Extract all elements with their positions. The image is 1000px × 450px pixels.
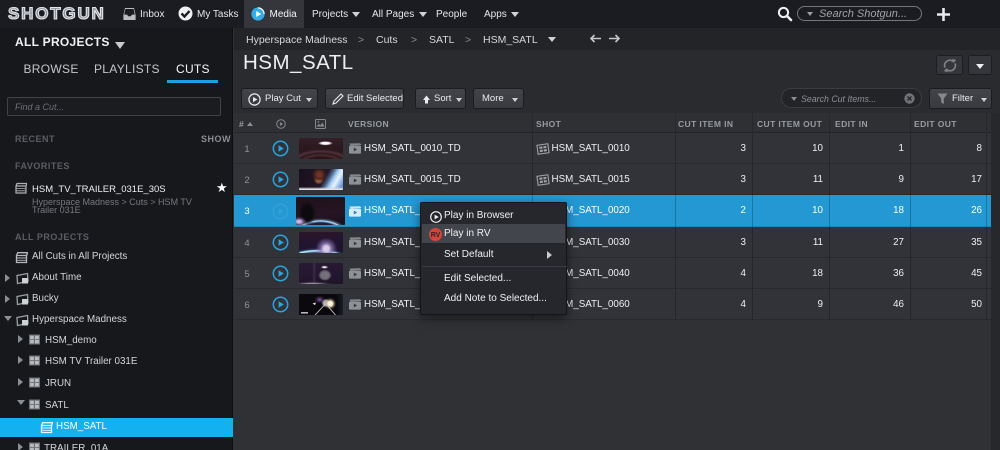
svg-text:RV: RV bbox=[431, 232, 441, 239]
